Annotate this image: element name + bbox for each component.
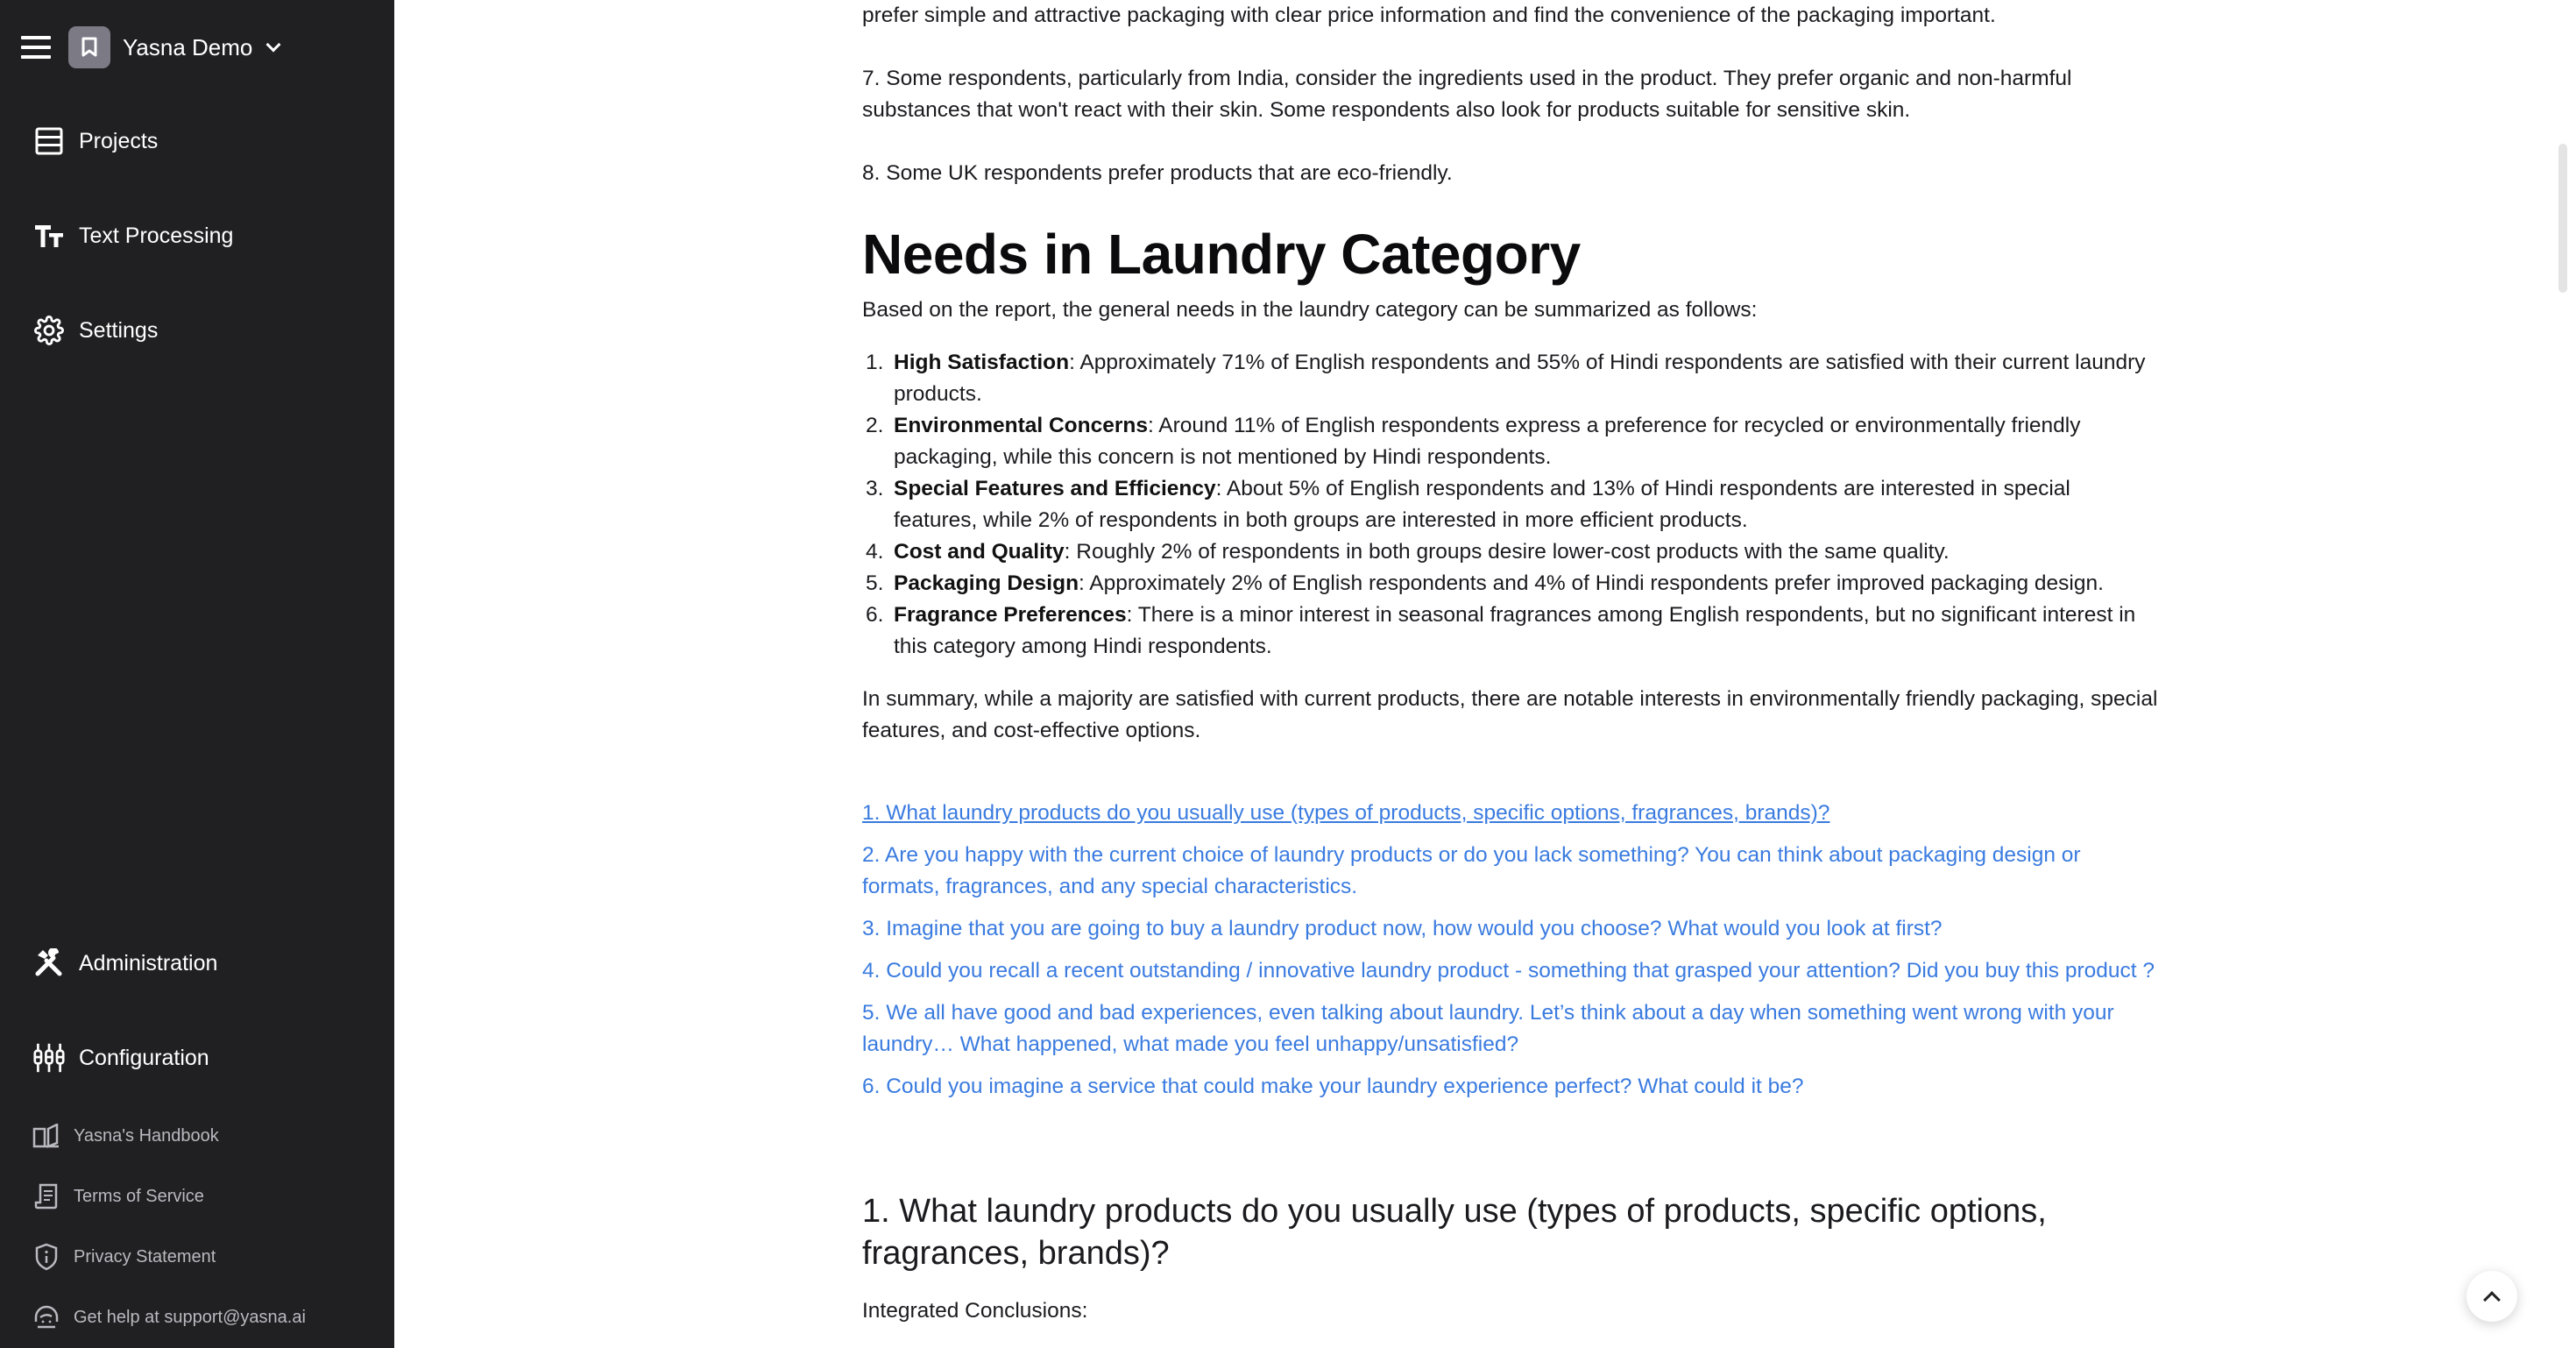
footer-link-label: Terms of Service	[74, 1186, 204, 1206]
main-content: prefer simple and attractive packaging w…	[394, 0, 2576, 1348]
sidebar-item-settings[interactable]: Settings	[33, 309, 158, 351]
list-item: 1. High Satisfaction: Approximately 71% o…	[862, 347, 2159, 410]
table-icon	[33, 125, 65, 157]
paragraph: prefer simple and attractive packaging w…	[862, 4, 1996, 27]
list-item: 2. Environmental Concerns: Around 11% of …	[862, 410, 2159, 473]
text-size-icon	[33, 220, 65, 252]
list-item: 6. Fragrance Preferences: There is a mino…	[862, 600, 2159, 663]
scrollbar-thumb[interactable]	[2558, 144, 2567, 293]
book-icon	[32, 1121, 61, 1151]
bookmark-icon	[81, 37, 97, 57]
summary-paragraph: In summary, while a majority are satisfi…	[862, 687, 2158, 742]
footer-link-label: Get help at support@yasna.ai	[74, 1307, 306, 1327]
list-item-title: High Satisfaction	[894, 351, 1070, 374]
list-item-text: : Approximately 71% of English responden…	[894, 351, 2146, 406]
list-number: 3.	[866, 477, 884, 500]
chevron-down-icon[interactable]	[265, 37, 281, 53]
sidebar-item-text-processing[interactable]: Text Processing	[33, 215, 233, 257]
menu-icon[interactable]	[21, 36, 51, 59]
workspace-name[interactable]: Yasna Demo	[123, 34, 252, 61]
tools-icon	[33, 947, 65, 979]
paragraph: 8. Some UK respondents prefer products t…	[862, 161, 1453, 185]
scroll-to-top-button[interactable]	[2466, 1271, 2517, 1322]
list-item-text: : Approximately 2% of English respondent…	[1079, 571, 2104, 595]
section-heading: Needs in Laundry Category	[862, 223, 1581, 286]
list-item-title: Environmental Concerns	[894, 414, 1148, 437]
sidebar-item-projects[interactable]: Projects	[33, 120, 158, 162]
list-number: 5.	[866, 571, 884, 595]
sidebar: Yasna Demo Projects Text Processing Sett…	[0, 0, 394, 1348]
gear-icon	[33, 315, 65, 346]
question-link[interactable]: 2. Are you happy with the current choice…	[862, 840, 2159, 903]
list-item-title: Packaging Design	[894, 571, 1079, 595]
sliders-icon	[33, 1042, 65, 1074]
list-number: 2.	[866, 414, 884, 437]
sidebar-item-administration[interactable]: Administration	[33, 942, 217, 984]
chevron-up-icon	[2483, 1290, 2501, 1309]
intro-paragraph: Based on the report, the general needs i…	[862, 298, 1758, 322]
sidebar-item-label: Settings	[79, 317, 159, 343]
question-link[interactable]: 1. What laundry products do you usually …	[862, 798, 2159, 829]
sidebar-item-label: Administration	[79, 950, 218, 976]
sidebar-item-label: Projects	[79, 128, 159, 153]
list-item: 4. Cost and Quality: Roughly 2% of respon…	[862, 536, 2159, 568]
list-item-text: : Roughly 2% of respondents in both grou…	[1064, 540, 1950, 564]
list-item: 5. Packaging Design: Approximately 2% of …	[862, 568, 2159, 600]
footer-link-label: Privacy Statement	[74, 1246, 216, 1266]
list-number: 4.	[866, 540, 884, 564]
headset-icon	[32, 1302, 61, 1332]
question-links: 1. What laundry products do you usually …	[862, 798, 2159, 1113]
footer-link-label: Yasna's Handbook	[74, 1125, 219, 1146]
footer-link-support[interactable]: Get help at support@yasna.ai	[32, 1302, 306, 1332]
paragraph: 7. Some respondents, particularly from I…	[862, 67, 2072, 122]
needs-list: 1. High Satisfaction: Approximately 71% o…	[862, 347, 2159, 663]
list-item: 3. Special Features and Efficiency: About…	[862, 473, 2159, 536]
list-item-title: Special Features and Efficiency	[894, 477, 1216, 500]
workspace-header: Yasna Demo	[21, 26, 281, 68]
list-number: 6.	[866, 603, 884, 627]
list-number: 1.	[866, 351, 884, 374]
question-link[interactable]: 6. Could you imagine a service that coul…	[862, 1071, 2159, 1103]
footer-link-handbook[interactable]: Yasna's Handbook	[32, 1121, 219, 1151]
footer-link-privacy[interactable]: Privacy Statement	[32, 1242, 216, 1272]
list-item-title: Fragrance Preferences	[894, 603, 1127, 627]
footer-link-terms[interactable]: Terms of Service	[32, 1181, 204, 1211]
question-link[interactable]: 4. Could you recall a recent outstanding…	[862, 955, 2159, 987]
sidebar-item-label: Text Processing	[79, 223, 234, 248]
question-link[interactable]: 3. Imagine that you are going to buy a l…	[862, 913, 2159, 945]
sidebar-item-configuration[interactable]: Configuration	[33, 1037, 209, 1079]
conclusions-label: Integrated Conclusions:	[862, 1299, 1088, 1323]
question-link[interactable]: 5. We all have good and bad experiences,…	[862, 997, 2159, 1061]
sidebar-item-label: Configuration	[79, 1045, 209, 1070]
workspace-avatar[interactable]	[68, 26, 110, 68]
list-item-title: Cost and Quality	[894, 540, 1065, 564]
document-icon	[32, 1181, 61, 1211]
shield-info-icon	[32, 1242, 61, 1272]
question-heading: 1. What laundry products do you usually …	[862, 1193, 2047, 1272]
